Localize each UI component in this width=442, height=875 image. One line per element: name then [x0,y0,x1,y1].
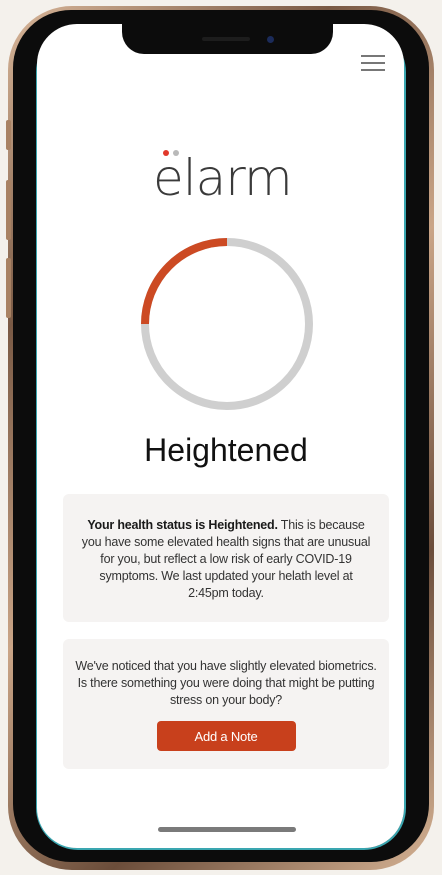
health-info-text: Your health status is Heightened. This i… [81,517,371,602]
phone-notch [122,24,333,54]
health-info-bold: Your health status is Heightened. [87,518,278,532]
home-indicator[interactable] [158,827,296,832]
mute-switch [6,120,11,150]
speaker-grille [202,37,250,41]
status-title: Heightened [144,432,308,468]
logo-text: elarm [153,149,293,207]
biometrics-note-card: We've noticed that you have slightly ele… [63,639,389,769]
front-camera [267,36,274,43]
volume-down-button [6,258,11,318]
volume-up-button [6,180,11,240]
biometrics-note-text: We've noticed that you have slightly ele… [75,659,377,707]
health-info-card: Your health status is Heightened. This i… [63,494,389,622]
status-ring [141,238,313,410]
elarm-logo: elarm [150,148,310,208]
add-note-button[interactable]: Add a Note [156,721,296,751]
hamburger-menu-icon[interactable] [360,53,388,73]
